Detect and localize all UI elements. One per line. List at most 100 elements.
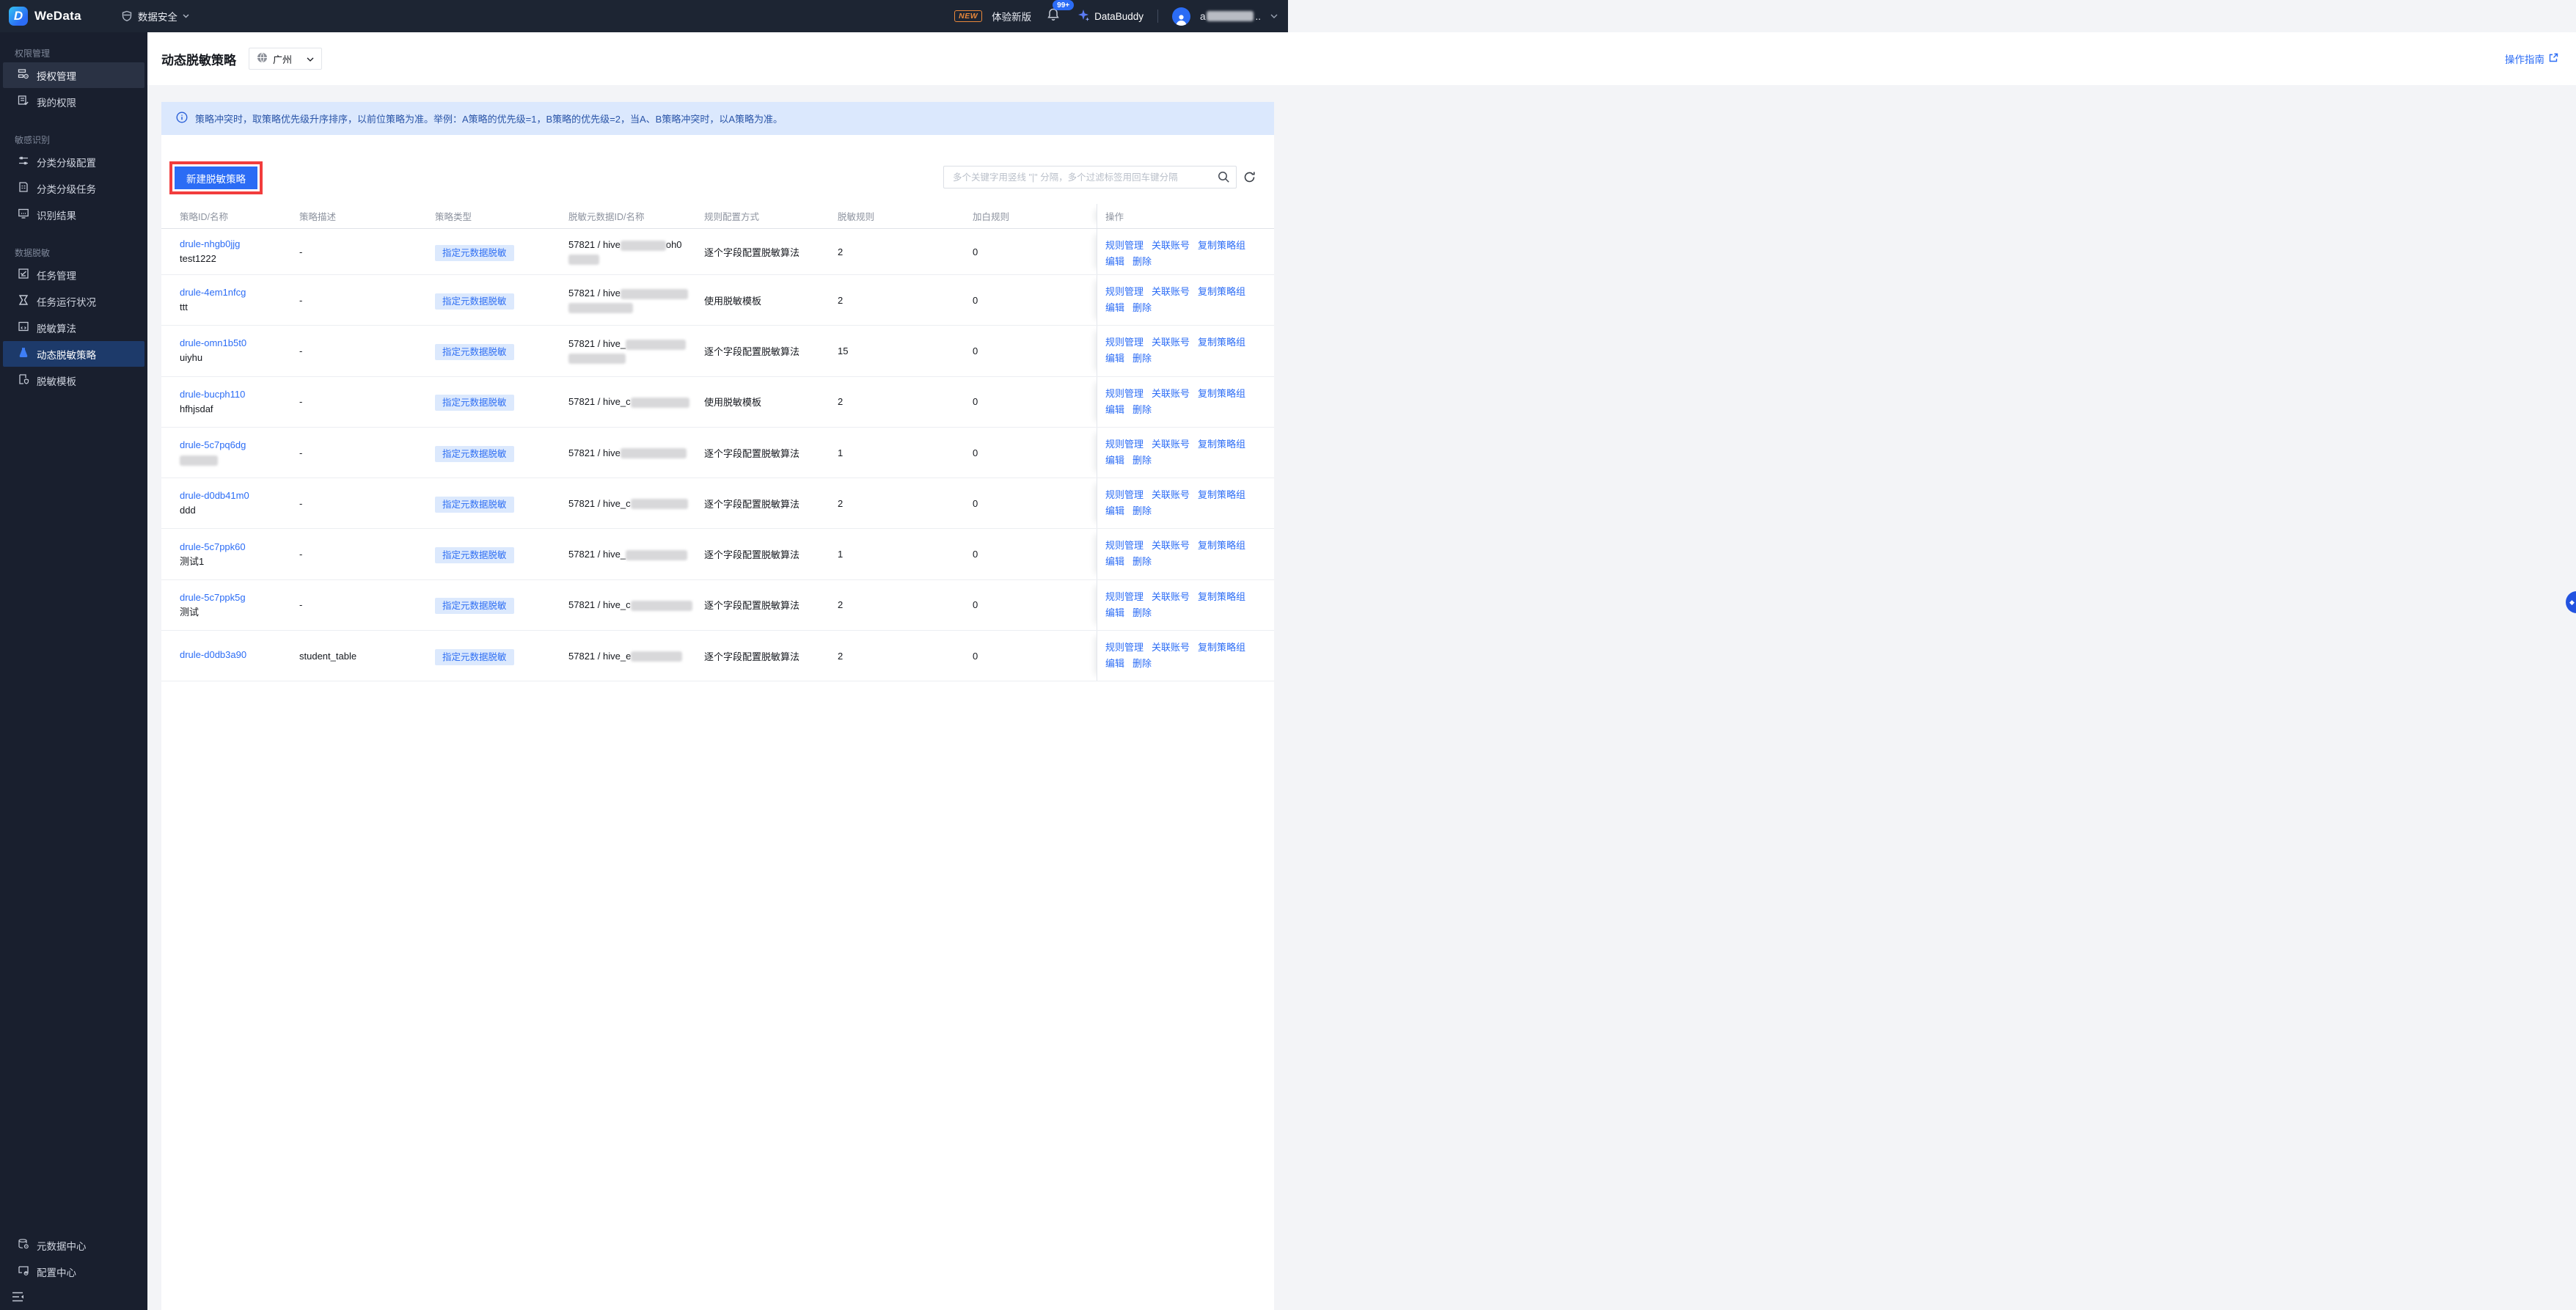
product-name: WeData [34, 9, 81, 23]
action-edit[interactable]: 编辑 [1105, 353, 1124, 364]
sidebar-item-task-run-status[interactable]: 任务运行状况 [3, 288, 144, 314]
action-linked-accounts[interactable]: 关联账号 [1152, 388, 1190, 399]
action-linked-accounts[interactable]: 关联账号 [1152, 337, 1190, 348]
search-input[interactable] [943, 166, 1237, 189]
notifications-button[interactable]: 99+ [1047, 0, 1075, 25]
whitelist-rules-count: 0 [973, 549, 978, 560]
try-new-version-link[interactable]: 体验新版 [992, 9, 1031, 23]
action-delete[interactable]: 删除 [1133, 256, 1152, 267]
region-selector[interactable]: 广州 [249, 48, 322, 70]
refresh-icon[interactable] [1243, 171, 1256, 183]
sidebar-item-recognition-results[interactable]: 识别结果 [3, 202, 144, 227]
action-linked-accounts[interactable]: 关联账号 [1152, 439, 1190, 450]
policy-id-link[interactable]: drule-omn1b5t0 [180, 337, 246, 350]
policy-id-link[interactable]: drule-5c7pq6dg [180, 439, 246, 452]
action-copy-policy-group[interactable]: 复制策略组 [1198, 388, 1245, 399]
action-delete[interactable]: 删除 [1133, 607, 1152, 618]
sidebar-item-authorization-management[interactable]: 授权管理 [3, 62, 144, 88]
action-copy-policy-group[interactable]: 复制策略组 [1198, 439, 1245, 450]
action-linked-accounts[interactable]: 关联账号 [1152, 591, 1190, 602]
action-linked-accounts[interactable]: 关联账号 [1152, 540, 1190, 551]
sidebar-item-my-permissions[interactable]: 我的权限 [3, 89, 144, 114]
action-copy-policy-group[interactable]: 复制策略组 [1198, 540, 1245, 551]
action-copy-policy-group[interactable]: 复制策略组 [1198, 240, 1245, 251]
masking-rules-count: 2 [838, 650, 844, 662]
action-copy-policy-group[interactable]: 复制策略组 [1198, 337, 1245, 348]
action-linked-accounts[interactable]: 关联账号 [1152, 489, 1190, 500]
sidebar-item-masking-templates[interactable]: 脱敏模板 [3, 367, 144, 393]
grid-gear-icon [18, 68, 29, 82]
action-edit[interactable]: 编辑 [1105, 658, 1124, 669]
action-copy-policy-group[interactable]: 复制策略组 [1198, 489, 1245, 500]
action-linked-accounts[interactable]: 关联账号 [1152, 286, 1190, 297]
masked-metadata: 57821 / hive_c [568, 497, 704, 511]
action-rule-management[interactable]: 规则管理 [1105, 439, 1144, 450]
info-icon [176, 111, 188, 125]
policy-id-link[interactable]: drule-d0db41m0 [180, 489, 249, 502]
action-linked-accounts[interactable]: 关联账号 [1152, 642, 1190, 653]
operation-guide-link[interactable]: 操作指南 [2505, 32, 2558, 85]
whitelist-rules-count: 0 [973, 497, 978, 509]
policy-id-link[interactable]: drule-5c7ppk5g [180, 591, 246, 604]
col-header-id: 策略ID/名称 [180, 212, 228, 222]
action-delete[interactable]: 删除 [1133, 658, 1152, 669]
table-row: drule-bucph110 hfhjsdaf - 指定元数据脱敏 57821 … [161, 376, 1274, 428]
sparkle-icon [1077, 9, 1090, 24]
action-copy-policy-group[interactable]: 复制策略组 [1198, 591, 1245, 602]
action-delete[interactable]: 删除 [1133, 404, 1152, 415]
action-rule-management[interactable]: 规则管理 [1105, 642, 1144, 653]
action-delete[interactable]: 删除 [1133, 302, 1152, 313]
topbar: D WeData 数据安全 NEW 体验新版 99+ DataBuddy a .… [0, 0, 1288, 32]
action-edit[interactable]: 编辑 [1105, 607, 1124, 618]
sidebar-item-config-center[interactable]: 配置中心 [3, 1259, 144, 1284]
masked-text [620, 288, 688, 299]
action-copy-policy-group[interactable]: 复制策略组 [1198, 286, 1245, 297]
sidebar-item-masking-algorithms[interactable]: 脱敏算法 [3, 315, 144, 340]
policy-id-link[interactable]: drule-5c7ppk60 [180, 541, 246, 554]
policy-id-link[interactable]: drule-d0db3a90 [180, 648, 246, 662]
search-icon[interactable] [1218, 171, 1230, 187]
policy-id-link[interactable]: drule-nhgb0jjg [180, 238, 240, 251]
action-rule-management[interactable]: 规则管理 [1105, 286, 1144, 297]
topnav-data-security[interactable]: 数据安全 [121, 9, 189, 23]
action-linked-accounts[interactable]: 关联账号 [1152, 240, 1190, 251]
policy-id-link[interactable]: drule-4em1nfcg [180, 286, 246, 299]
action-delete[interactable]: 删除 [1133, 353, 1152, 364]
action-rule-management[interactable]: 规则管理 [1105, 591, 1144, 602]
user-menu[interactable]: a .. [1200, 11, 1261, 22]
policy-type-badge: 指定元数据脱敏 [435, 496, 514, 513]
action-edit[interactable]: 编辑 [1105, 455, 1124, 466]
doc-shield-icon [18, 373, 29, 387]
action-edit[interactable]: 编辑 [1105, 556, 1124, 567]
action-delete[interactable]: 删除 [1133, 455, 1152, 466]
row-actions: 规则管理 关联账号 复制策略组 编辑 删除 [1097, 275, 1274, 326]
action-rule-management[interactable]: 规则管理 [1105, 489, 1144, 500]
masked-metadata: 57821 / hive [568, 446, 704, 460]
policy-id-link[interactable]: drule-bucph110 [180, 388, 245, 401]
action-rule-management[interactable]: 规则管理 [1105, 388, 1144, 399]
sidebar-item-classification-config[interactable]: 分类分级配置 [3, 149, 144, 175]
action-edit[interactable]: 编辑 [1105, 404, 1124, 415]
action-delete[interactable]: 删除 [1133, 505, 1152, 516]
action-edit[interactable]: 编辑 [1105, 256, 1124, 267]
masking-rules-count: 2 [838, 599, 844, 611]
col-header-metadata: 脱敏元数据ID/名称 [568, 212, 645, 222]
sidebar-item-metadata-center[interactable]: 元数据中心 [3, 1232, 144, 1258]
chevron-down-icon[interactable] [1270, 10, 1278, 23]
action-edit[interactable]: 编辑 [1105, 302, 1124, 313]
table-row: drule-d0db3a90 student_table 指定元数据脱敏 578… [161, 631, 1274, 682]
avatar[interactable] [1171, 7, 1190, 26]
action-rule-management[interactable]: 规则管理 [1105, 337, 1144, 348]
create-policy-button[interactable]: 新建脱敏策略 [175, 167, 257, 189]
action-copy-policy-group[interactable]: 复制策略组 [1198, 642, 1245, 653]
databuddy-button[interactable]: DataBuddy [1077, 9, 1144, 24]
sidebar-item-dynamic-masking-policy[interactable]: 动态脱敏策略 [3, 341, 144, 367]
sidebar-item-task-management[interactable]: 任务管理 [3, 262, 144, 288]
action-rule-management[interactable]: 规则管理 [1105, 540, 1144, 551]
action-delete[interactable]: 删除 [1133, 556, 1152, 567]
action-edit[interactable]: 编辑 [1105, 505, 1124, 516]
action-rule-management[interactable]: 规则管理 [1105, 240, 1144, 251]
wedata-logo-icon[interactable]: D [9, 7, 28, 26]
sidebar-item-classification-tasks[interactable]: 分类分级任务 [3, 175, 144, 201]
sidebar-collapse-button[interactable] [12, 1292, 25, 1306]
